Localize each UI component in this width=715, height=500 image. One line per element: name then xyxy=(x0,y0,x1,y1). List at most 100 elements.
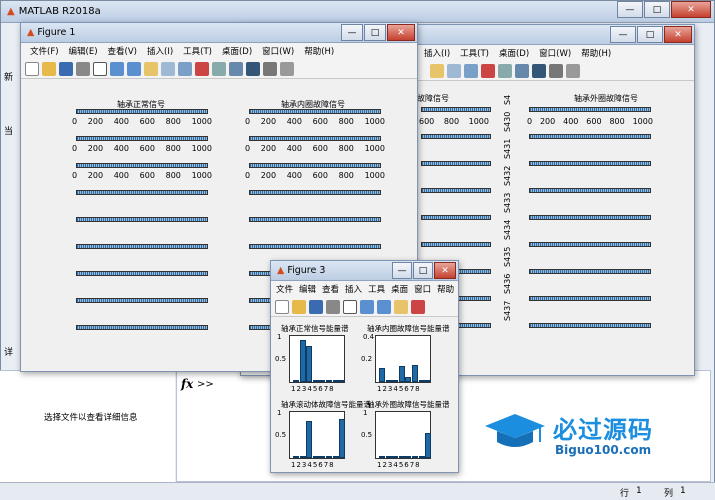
figure-3-toolbar xyxy=(271,297,458,317)
figure-3-close-button[interactable]: ✕ xyxy=(434,262,456,279)
menu-desktop[interactable]: 桌面(D) xyxy=(494,47,534,59)
legend-icon[interactable] xyxy=(246,61,260,76)
back-col-title-2: 轴承外圈故障信号 xyxy=(574,94,638,103)
menu-edit[interactable]: 编辑(E) xyxy=(64,45,103,57)
pan-icon[interactable] xyxy=(430,63,444,78)
energy-bar xyxy=(385,379,392,382)
colorbar-icon[interactable] xyxy=(515,63,529,78)
fig3-print-icon[interactable] xyxy=(326,299,340,314)
menu-window[interactable]: 窗口(W) xyxy=(257,45,299,57)
fig3-zoom-in-icon[interactable] xyxy=(360,299,374,314)
tick-label: 1000 xyxy=(364,117,385,126)
hide-tools-icon[interactable] xyxy=(549,63,563,78)
menu-view[interactable]: 查看(V) xyxy=(103,45,142,57)
brush-icon[interactable] xyxy=(195,61,209,76)
fig3-pan-icon[interactable] xyxy=(394,299,408,314)
energy-panel-title: 轴承滚动体故障信号能量谱 xyxy=(281,400,371,409)
fig3-menu-desktop[interactable]: 桌面 xyxy=(388,283,411,295)
tick-labels: 0 200 400 600 800 1000 xyxy=(72,117,212,126)
back-ylabel: S433 xyxy=(503,192,512,213)
energy-panel-title: 轴承正常信号能量谱 xyxy=(281,324,349,333)
zoom-out-icon[interactable] xyxy=(127,61,141,76)
rotate-icon[interactable] xyxy=(447,63,461,78)
fig3-menu-file[interactable]: 文件 xyxy=(273,283,296,295)
datacursor-icon[interactable] xyxy=(464,63,478,78)
hide-tools-icon[interactable] xyxy=(263,61,277,76)
menu-tools[interactable]: 工具(T) xyxy=(455,47,494,59)
energy-bar xyxy=(293,456,299,458)
energy-bar xyxy=(319,380,326,382)
energy-bar-chart xyxy=(289,411,346,459)
fig3-save-icon[interactable] xyxy=(309,299,323,314)
energy-bar xyxy=(418,456,425,458)
fig3-new-icon[interactable] xyxy=(275,299,289,314)
figure-1-close-button[interactable]: ✕ xyxy=(387,24,415,41)
energy-bar xyxy=(405,377,412,382)
close-button[interactable]: ✕ xyxy=(671,1,711,18)
back-signal-strip xyxy=(421,161,491,166)
fig3-menu-insert[interactable]: 插入 xyxy=(342,283,365,295)
fig3-zoom-out-icon[interactable] xyxy=(377,299,391,314)
back-signal-strip xyxy=(421,107,491,112)
show-tools-icon[interactable] xyxy=(566,63,580,78)
legend-icon[interactable] xyxy=(532,63,546,78)
rotate-icon[interactable] xyxy=(161,61,175,76)
zoom-in-icon[interactable] xyxy=(110,61,124,76)
tick-label: 600 xyxy=(139,171,155,180)
figure-back-maximize-button[interactable]: □ xyxy=(637,26,663,43)
fig3-menu-edit[interactable]: 编辑 xyxy=(296,283,319,295)
print-icon[interactable] xyxy=(76,61,90,76)
menu-insert[interactable]: 插入(I) xyxy=(142,45,178,57)
matlab-titlebar: ▲ MATLAB R2018a xyxy=(1,1,714,23)
y-tick-top: 1 xyxy=(363,409,368,417)
fig3-open-icon[interactable] xyxy=(292,299,306,314)
figure-1-toolbar xyxy=(21,59,417,79)
back-ylabel: S437 xyxy=(503,300,512,321)
figure-3-window[interactable]: ▲ Figure 3 — □ ✕ 文件 编辑 查看 插入 工具 桌面 窗口 帮助… xyxy=(270,260,459,473)
y-tick-top: 0.4 xyxy=(363,333,375,341)
back-ylabel: S430 xyxy=(503,111,512,132)
save-icon[interactable] xyxy=(59,61,73,76)
brush-icon[interactable] xyxy=(481,63,495,78)
fig3-menu-help[interactable]: 帮助 xyxy=(434,283,457,295)
fx-icon: fx xyxy=(181,377,194,391)
new-figure-icon[interactable] xyxy=(25,61,39,76)
menu-file[interactable]: 文件(F) xyxy=(25,45,64,57)
tick-label: 600 xyxy=(419,117,435,126)
figure-back-minimize-button[interactable]: — xyxy=(610,26,636,43)
pan-icon[interactable] xyxy=(144,61,158,76)
energy-bar xyxy=(293,380,299,382)
figure-3-maximize-button[interactable]: □ xyxy=(413,262,433,279)
menu-window[interactable]: 窗口(W) xyxy=(534,47,576,59)
menu-desktop[interactable]: 桌面(D) xyxy=(217,45,257,57)
show-tools-icon[interactable] xyxy=(280,61,294,76)
link-icon[interactable] xyxy=(498,63,512,78)
figure-1-minimize-button[interactable]: — xyxy=(341,24,363,41)
minimize-button[interactable]: — xyxy=(617,1,643,18)
figure-3-minimize-button[interactable]: — xyxy=(392,262,412,279)
status-line-value: 1 xyxy=(636,486,642,496)
figure-1-maximize-button[interactable]: □ xyxy=(364,24,386,41)
fig3-menu-tools[interactable]: 工具 xyxy=(365,283,388,295)
energy-panel-title: 轴承内圈故障信号能量谱 xyxy=(367,324,450,333)
maximize-button[interactable]: □ xyxy=(644,1,670,18)
open-icon[interactable] xyxy=(42,61,56,76)
tick-label: 1000 xyxy=(364,144,385,153)
datacursor-icon[interactable] xyxy=(178,61,192,76)
menu-help[interactable]: 帮助(H) xyxy=(299,45,339,57)
menu-tools[interactable]: 工具(T) xyxy=(178,45,217,57)
energy-bar xyxy=(392,456,399,458)
menu-insert[interactable]: 插入(I) xyxy=(419,47,455,59)
pointer-icon[interactable] xyxy=(93,61,107,76)
fig3-menu-window[interactable]: 窗口 xyxy=(411,283,434,295)
menu-help[interactable]: 帮助(H) xyxy=(576,47,616,59)
fig3-pointer-icon[interactable] xyxy=(343,299,357,314)
colorbar-icon[interactable] xyxy=(229,61,243,76)
fig3-menu-view[interactable]: 查看 xyxy=(319,283,342,295)
figure-back-close-button[interactable]: ✕ xyxy=(664,26,692,43)
link-icon[interactable] xyxy=(212,61,226,76)
figure-3-logo-icon: ▲ xyxy=(277,265,285,276)
energy-bar xyxy=(332,456,339,458)
tick-label: 0 xyxy=(72,171,78,180)
fig3-brush-icon[interactable] xyxy=(411,299,425,314)
